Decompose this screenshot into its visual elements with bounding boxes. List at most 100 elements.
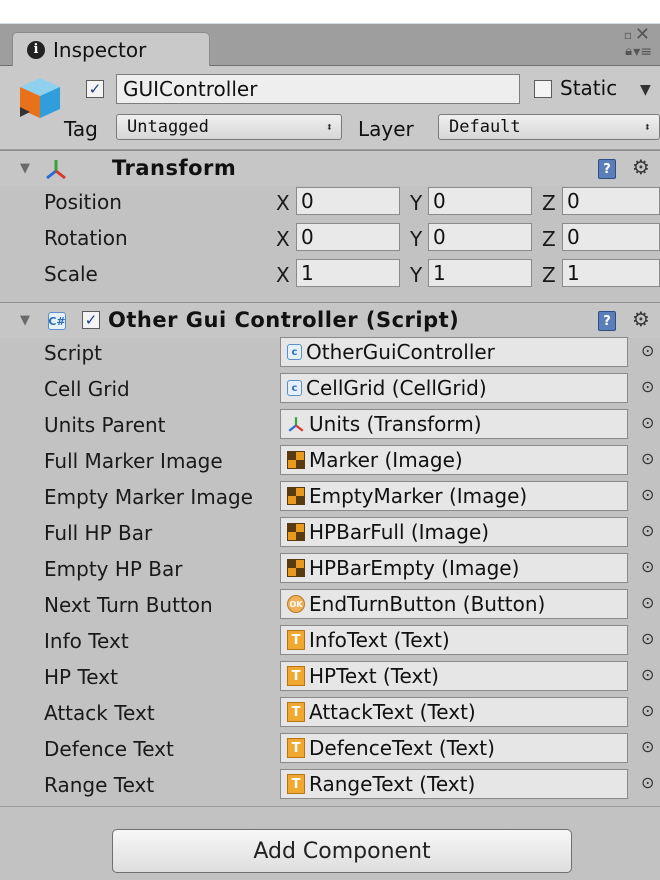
script-enabled-checkbox[interactable]: ✓ (82, 311, 100, 329)
object-picker-icon[interactable]: ⊙ (641, 521, 654, 540)
tag-label: Tag (64, 117, 98, 141)
transform-row-label: Rotation (44, 226, 128, 250)
position-z-field[interactable]: 0 (562, 187, 660, 215)
help-icon[interactable]: ? (598, 311, 616, 331)
field-label: HP Text (44, 665, 118, 689)
info-icon: i (27, 40, 45, 59)
button-icon: OK (287, 595, 305, 613)
gameobject-name-input[interactable]: GUIController (116, 74, 520, 104)
y-axis-label[interactable]: Y (410, 227, 422, 251)
text-icon: T (287, 630, 305, 650)
object-field-value: HPBarFull (Image) (309, 520, 490, 544)
object-field-value: EndTurnButton (Button) (309, 592, 546, 616)
close-icon[interactable]: ✕ (635, 24, 650, 45)
image-icon (287, 451, 305, 469)
rotation-x-field[interactable]: 0 (296, 223, 400, 251)
field-label: Next Turn Button (44, 593, 213, 617)
transform-icon (44, 157, 68, 186)
object-picker-icon[interactable]: ⊙ (641, 665, 654, 684)
updown-arrows-icon: ⬍ (643, 120, 651, 134)
object-picker-icon[interactable]: ⊙ (641, 341, 654, 360)
field-label: Defence Text (44, 737, 174, 761)
object-picker-icon[interactable]: ⊙ (641, 629, 654, 648)
object-picker-icon[interactable]: ⊙ (641, 701, 654, 720)
object-picker-icon[interactable]: ⊙ (641, 413, 654, 432)
tag-dropdown[interactable]: Untagged ⬍ (116, 114, 342, 140)
field-label: Full Marker Image (44, 449, 223, 473)
gear-icon[interactable]: ⚙ (632, 155, 650, 179)
gear-icon[interactable]: ⚙ (632, 307, 650, 331)
object-field-cell-grid[interactable]: c CellGrid (CellGrid) (280, 373, 628, 403)
menu-icon[interactable]: ▾≡ (633, 44, 652, 60)
object-picker-icon[interactable]: ⊙ (641, 773, 654, 792)
static-label: Static (560, 76, 618, 100)
object-field-full-hp-bar[interactable]: HPBarFull (Image) (280, 517, 628, 547)
window-controls: ▫ ✕ 🔒︎ ▾≡ (610, 24, 654, 62)
object-field-value: HPText (Text) (309, 664, 439, 688)
tab-inspector[interactable]: i Inspector (12, 32, 210, 66)
text-icon: T (287, 738, 305, 758)
tab-label: Inspector (53, 37, 147, 62)
foldout-arrow-icon[interactable]: ▼ (20, 313, 30, 328)
object-picker-icon[interactable]: ⊙ (641, 557, 654, 576)
y-axis-label[interactable]: Y (410, 191, 422, 215)
static-dropdown-arrow-icon[interactable]: ▼ (640, 82, 651, 98)
scale-z-field[interactable]: 1 (562, 259, 660, 287)
y-axis-label[interactable]: Y (410, 263, 422, 287)
transform-header[interactable]: ▼ Transform ? ⚙ (0, 150, 660, 186)
object-field-next-turn-button[interactable]: OK EndTurnButton (Button) (280, 589, 628, 619)
active-checkbox[interactable]: ✓ (86, 80, 104, 98)
rotation-y-field[interactable]: 0 (428, 223, 532, 251)
scale-y-field[interactable]: 1 (428, 259, 532, 287)
object-field-defence-text[interactable]: T DefenceText (Text) (280, 733, 628, 763)
x-axis-label[interactable]: X (276, 191, 290, 215)
csharp-script-icon: C# (48, 312, 66, 330)
field-label: Attack Text (44, 701, 155, 725)
position-x-field[interactable]: 0 (296, 187, 400, 215)
scale-x-field[interactable]: 1 (296, 259, 400, 287)
object-field-empty-marker-image[interactable]: EmptyMarker (Image) (280, 481, 628, 511)
object-field-full-marker-image[interactable]: Marker (Image) (280, 445, 628, 475)
object-picker-icon[interactable]: ⊙ (641, 593, 654, 612)
z-axis-label[interactable]: Z (542, 263, 556, 287)
script-component-header[interactable]: ▼ C# ✓ Other Gui Controller (Script) ? ⚙ (0, 302, 660, 338)
updown-arrows-icon: ⬍ (325, 120, 333, 134)
object-field-attack-text[interactable]: T AttackText (Text) (280, 697, 628, 727)
object-field-value: InfoText (Text) (309, 628, 450, 652)
object-field-range-text[interactable]: T RangeText (Text) (280, 769, 628, 799)
field-label: Units Parent (44, 413, 166, 437)
object-picker-icon[interactable]: ⊙ (641, 485, 654, 504)
rotation-z-field[interactable]: 0 (562, 223, 660, 251)
object-field-info-text[interactable]: T InfoText (Text) (280, 625, 628, 655)
object-field-script[interactable]: c OtherGuiController (280, 337, 628, 367)
x-axis-label[interactable]: X (276, 227, 290, 251)
layer-label: Layer (358, 117, 414, 141)
text-icon: T (287, 774, 305, 794)
position-y-field[interactable]: 0 (428, 187, 532, 215)
foldout-arrow-icon[interactable]: ▼ (20, 161, 30, 176)
object-field-value: OtherGuiController (306, 340, 495, 364)
text-icon: T (287, 666, 305, 686)
help-icon[interactable]: ? (598, 159, 616, 179)
layer-dropdown[interactable]: Default ⬍ (438, 114, 660, 140)
object-field-value: Units (Transform) (309, 412, 482, 436)
object-field-empty-hp-bar[interactable]: HPBarEmpty (Image) (280, 553, 628, 583)
object-field-hp-text[interactable]: T HPText (Text) (280, 661, 628, 691)
maximize-icon[interactable]: ▫ (624, 28, 632, 42)
z-axis-label[interactable]: Z (542, 227, 556, 251)
x-axis-label[interactable]: X (276, 263, 290, 287)
tag-value: Untagged (127, 117, 209, 137)
z-axis-label[interactable]: Z (542, 191, 556, 215)
lock-icon[interactable]: 🔒︎ (625, 44, 632, 59)
image-icon (287, 559, 305, 577)
object-field-value: RangeText (Text) (309, 772, 476, 796)
object-field-units-parent[interactable]: Units (Transform) (280, 409, 628, 439)
field-label: Range Text (44, 773, 155, 797)
object-picker-icon[interactable]: ⊙ (641, 737, 654, 756)
object-field-value: AttackText (Text) (309, 700, 476, 724)
static-checkbox[interactable] (534, 80, 552, 98)
object-picker-icon[interactable]: ⊙ (641, 449, 654, 468)
field-label: Full HP Bar (44, 521, 153, 545)
add-component-button[interactable]: Add Component (112, 829, 572, 873)
object-picker-icon[interactable]: ⊙ (641, 377, 654, 396)
